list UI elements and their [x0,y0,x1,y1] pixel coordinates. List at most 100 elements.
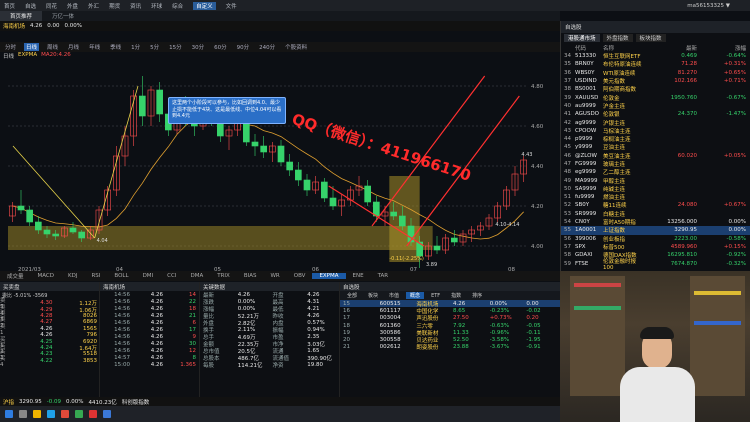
indicator-tab-11[interactable]: OBV [287,273,313,279]
market-row[interactable]: 57 SPX 标普500 4589.960 +0.15% [561,243,750,251]
indicator-tab-7[interactable]: DMA [183,273,210,279]
period-tab-3[interactable]: 月线 [66,43,81,51]
tick-volume: 30 [189,340,196,347]
market-tab-2[interactable]: 板块指数 [635,34,666,42]
folder-icon[interactable] [33,410,41,418]
period-tab-8[interactable]: 15分 [167,43,184,51]
menu-item-6[interactable]: 资讯 [130,2,141,10]
app-icon[interactable] [61,410,69,418]
market-row[interactable]: 45 y9999 豆油主连 [561,143,750,151]
market-row[interactable]: 49 MA9999 甲醇主连 [561,176,750,185]
menu-item-1[interactable]: 自选 [25,2,36,10]
menu-item-2[interactable]: 同花 [46,2,57,10]
chat-icon[interactable] [75,410,83,418]
market-row[interactable]: 58 GDAXI 德国DAX指数 16295.810 -0.92% [561,251,750,259]
indicator-tab-3[interactable]: RSI [84,273,107,279]
indicator-tab-5[interactable]: DMI [136,273,161,279]
watchlist-filter-0[interactable]: 全部 [343,292,361,299]
market-code: 1A0001 [575,227,597,234]
key-data-value: 3.03亿 [307,341,325,348]
stock-app-icon[interactable] [103,410,111,418]
market-row[interactable]: 59 FTSE 伦敦金融时报100 7674.870 -0.32% [561,259,750,271]
market-price: 13256.000 [667,219,697,226]
watchlist-filter-1[interactable]: 板块 [364,292,382,299]
period-tab-6[interactable]: 1分 [129,43,142,51]
indicator-tab-8[interactable]: TRIX [210,273,237,279]
watchlist-filter-4[interactable]: ETF [427,293,444,299]
market-row[interactable]: 37 USDIND 美元指数 102.166 +0.71% [561,77,750,85]
indicator-tab-4[interactable]: BOLL [107,273,135,279]
menu-item-4[interactable]: 外汇 [88,2,99,10]
market-row[interactable]: 54 CN0Y 富时A50期指 13256.000 0.00% [561,218,750,226]
order-book-volume: 796 [86,332,98,339]
market-row[interactable]: 48 eg9999 乙二醇主连 [561,168,750,176]
market-row[interactable]: 52 SB0Y 糖11连续 24.080 +0.67% [561,201,750,209]
tick-time: 14:56 [114,347,130,354]
watchlist-row[interactable]: 21 002612 朗姿股份 23.88 -3.67% -0.91 [340,344,560,351]
market-price: 102.166 [674,78,697,85]
menu-item-5[interactable]: 期货 [109,2,120,10]
market-row[interactable]: 46 @ZLOW 美豆油主连 60.020 +0.05% [561,152,750,160]
market-row[interactable]: 51 fu9999 燃油主连 [561,193,750,201]
indicator-tab-1[interactable]: MACD [31,273,62,279]
period-tab-5[interactable]: 季线 [108,43,123,51]
kline-chart[interactable]: 4.00 4.20 4.40 4.60 4.80 2021/03 04 05 06 07 08 4.0… [0,61,560,273]
market-row[interactable]: 43 CPOOW 马棕油主连 [561,127,750,135]
user-account[interactable]: ma56153325 ▼ [687,3,730,9]
menu-item-8[interactable]: 综合 [172,2,183,10]
market-code: fu9999 [575,194,595,201]
market-row[interactable]: 38 BS0001 阿伯期商指数 [561,85,750,93]
market-row[interactable]: 39 XAUUSD 伦敦金 1950.760 -0.67% [561,93,750,102]
market-tab-1[interactable]: 外盘指数 [602,34,633,42]
candle-body [251,141,259,147]
menu-item-9[interactable]: 自定义 [193,1,216,10]
period-tab-11[interactable]: 90分 [235,43,252,51]
watchlist-filter-2[interactable]: 市值 [385,292,403,299]
market-row[interactable]: 36 WBS0Y WTI原油连续 81.270 +0.65% [561,69,750,77]
indicator-tab-12[interactable]: EXPMA [312,273,346,279]
period-tab-10[interactable]: 60分 [212,43,229,51]
browser-icon[interactable] [47,410,55,418]
period-tab-1[interactable]: 日线 [24,43,40,51]
start-icon[interactable] [5,410,13,418]
indicator-tab-0[interactable]: 成交量 [0,272,31,280]
wps-icon[interactable] [89,410,97,418]
market-row[interactable]: 40 au9999 沪金主连 [561,102,750,110]
watchlist-filter-3[interactable]: 概念 [406,292,425,299]
period-tab-4[interactable]: 年线 [87,43,102,51]
market-row[interactable]: 35 BRN0Y 布伦特原油连续 71.28 +0.31% [561,60,750,68]
indicator-tab-13[interactable]: ENE [346,273,371,279]
menu-item-7[interactable]: 环球 [151,2,162,10]
period-tab-0[interactable]: 分时 [3,43,18,51]
menu-item-3[interactable]: 外盘 [67,2,78,10]
market-tab-0[interactable]: 港股通市场 [564,34,600,42]
period-tab-7[interactable]: 5分 [148,43,161,51]
indicator-tab-6[interactable]: CCI [160,273,183,279]
market-row[interactable]: 50 SA9999 纯碱主连 [561,185,750,193]
market-row[interactable]: 47 FG9999 玻璃主连 [561,160,750,168]
market-price: 71.28 [681,61,697,68]
market-row[interactable]: 42 ag9999 沪银主连 [561,118,750,127]
search-icon[interactable] [19,410,27,418]
period-tab-9[interactable]: 30分 [190,43,207,51]
indicator-tab-9[interactable]: BIAS [237,273,264,279]
indicator-tab-14[interactable]: TAR [371,273,396,279]
market-row[interactable]: 55 1A0001 上证指数 3290.95 0.00% [561,226,750,235]
period-tab-2[interactable]: 周线 [45,43,60,51]
market-row[interactable]: 34 513330 恒生互联网ETF 0.469 -0.64% [561,52,750,60]
menu-item-0[interactable]: 首页 [4,2,15,10]
period-tab-13[interactable]: 个股资料 [283,43,309,51]
tick-time: 14:56 [114,319,130,326]
market-row[interactable]: 41 AGUSDO 伦敦银 24.370 -1.47% [561,110,750,118]
market-row[interactable]: 56 399006 创业板指 2223.00 -0.58% [561,235,750,243]
indicator-tab-10[interactable]: WR [263,273,286,279]
indicator-tab-2[interactable]: KDJ [61,273,84,279]
watchlist-filter-6[interactable]: 排序 [468,292,486,299]
doc-tab-0[interactable]: 首页推荐 [0,11,43,21]
period-tab-12[interactable]: 240分 [257,43,277,51]
market-row[interactable]: 53 SR9999 白糖主连 [561,210,750,218]
market-row[interactable]: 44 p9999 棕榈油主连 [561,135,750,143]
menu-item-10[interactable]: 文件 [226,2,237,10]
watchlist-filter-5[interactable]: 指数 [447,292,465,299]
doc-tab-1[interactable]: 万亿一体 [42,11,84,21]
